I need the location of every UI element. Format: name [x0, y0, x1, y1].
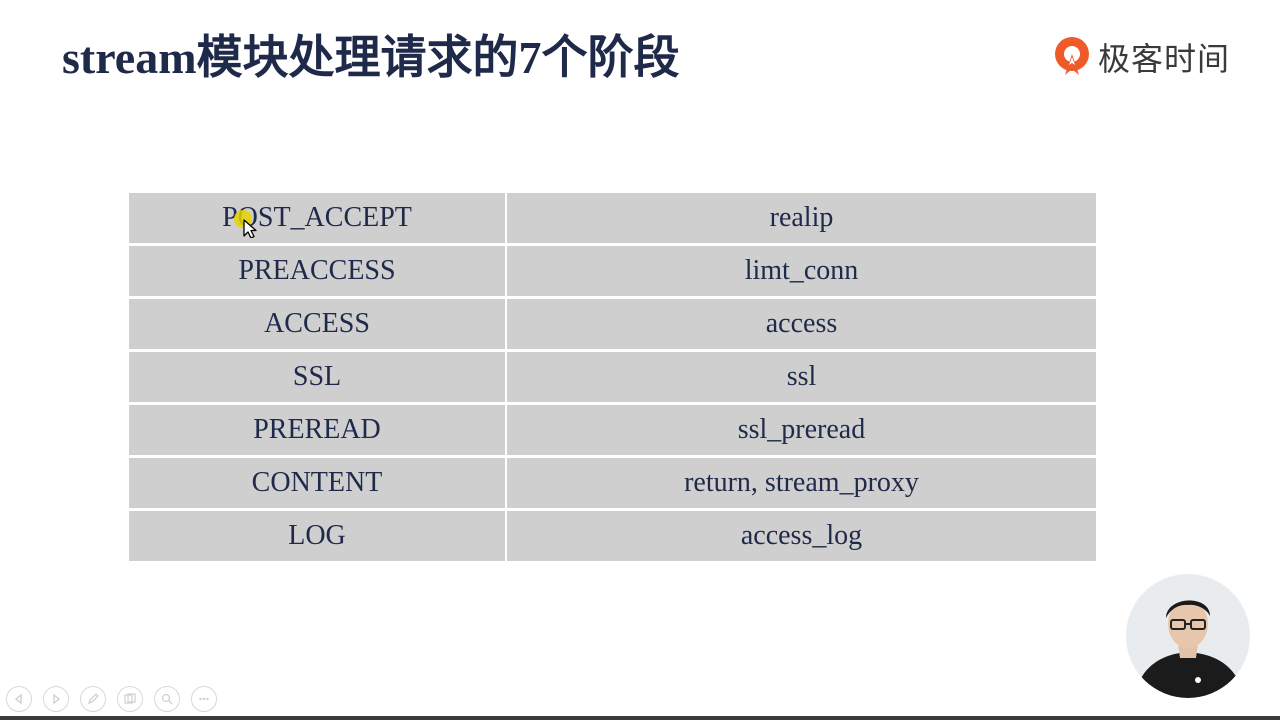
phase-cell: PREREAD — [129, 405, 505, 455]
table-row: PREREAD ssl_preread — [129, 405, 1096, 455]
module-cell: realip — [507, 193, 1096, 243]
previous-button[interactable] — [6, 686, 32, 712]
pointer-cursor-icon — [234, 210, 257, 238]
brand: 极客时间 — [1052, 34, 1230, 80]
phase-cell: LOG — [129, 511, 505, 561]
phase-cell: CONTENT — [129, 458, 505, 508]
presenter-video-icon — [1126, 574, 1250, 698]
pen-icon — [87, 693, 99, 705]
table-row: LOG access_log — [129, 511, 1096, 561]
bottom-bar — [0, 716, 1280, 720]
zoom-icon — [161, 693, 173, 705]
slide-title: stream模块处理请求的7个阶段 — [62, 32, 680, 83]
phase-table: POST_ACCEPT realip PREACCESS limt_conn A… — [129, 193, 1096, 564]
module-cell: limt_conn — [507, 246, 1096, 296]
module-cell: ssl — [507, 352, 1096, 402]
more-button[interactable] — [191, 686, 217, 712]
table-row: POST_ACCEPT realip — [129, 193, 1096, 243]
slides-icon — [124, 693, 136, 704]
phase-cell: ACCESS — [129, 299, 505, 349]
module-cell: access_log — [507, 511, 1096, 561]
next-icon — [53, 693, 61, 705]
more-icon — [199, 697, 209, 701]
table-row: PREACCESS limt_conn — [129, 246, 1096, 296]
slides-button[interactable] — [117, 686, 143, 712]
slide: stream模块处理请求的7个阶段 极客时间 POST_ACCEPT reali… — [0, 0, 1280, 720]
table-row: SSL ssl — [129, 352, 1096, 402]
brand-name: 极客时间 — [1098, 40, 1231, 78]
geektime-logo-icon — [1055, 37, 1089, 75]
presenter-video — [1126, 574, 1250, 698]
module-cell: return, stream_proxy — [507, 458, 1096, 508]
table-row: ACCESS access — [129, 299, 1096, 349]
phase-cell: POST_ACCEPT — [129, 193, 505, 243]
slideshow-controls — [6, 686, 217, 712]
zoom-button[interactable] — [154, 686, 180, 712]
table-row: CONTENT return, stream_proxy — [129, 458, 1096, 508]
phase-cell: PREACCESS — [129, 246, 505, 296]
module-cell: ssl_preread — [507, 405, 1096, 455]
previous-icon — [14, 693, 22, 705]
module-cell: access — [507, 299, 1096, 349]
next-button[interactable] — [43, 686, 69, 712]
pen-button[interactable] — [80, 686, 106, 712]
phase-cell: SSL — [129, 352, 505, 402]
